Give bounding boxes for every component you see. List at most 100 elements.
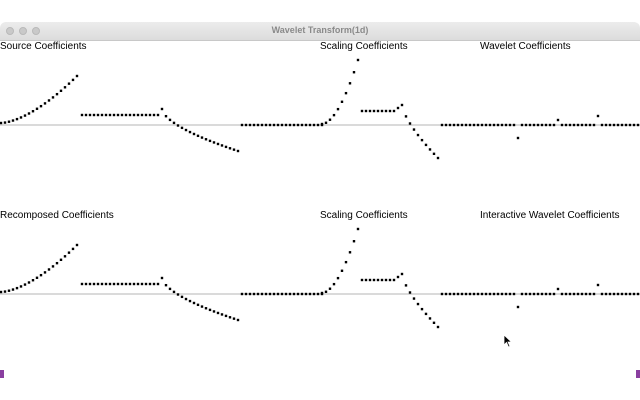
coefficient-point [244,292,248,296]
coefficient-point [132,282,136,286]
coefficient-point [51,96,55,99]
coefficient-point [264,123,268,127]
coefficient-point [564,292,568,296]
coefficient-point [404,115,408,118]
coefficient-point [420,138,424,142]
coefficient-point [0,290,3,294]
coefficient-point [204,138,208,141]
coefficient-point [176,293,180,296]
coefficient-point [256,292,260,296]
coefficient-point [316,292,320,296]
coefficient-point [352,240,356,243]
coefficient-point [636,123,640,127]
coefficient-point [320,122,324,126]
coefficient-point [624,123,628,127]
coefficient-point [236,318,240,322]
title-bar[interactable]: Wavelet Transform(1d) [0,22,640,41]
coefficient-point [260,292,264,296]
coefficient-point [328,287,332,290]
coefficient-point [444,292,448,296]
coefficient-point [608,292,612,296]
coefficient-point [188,130,192,134]
coefficient-point [23,114,27,117]
coefficient-point [504,123,508,127]
coefficient-point [416,133,420,137]
coefficient-point [304,292,308,296]
coefficient-point [368,278,372,282]
coefficient-point [51,265,55,268]
window-title: Wavelet Transform(1d) [271,25,369,35]
coefficient-point [148,113,152,117]
coefficient-point [428,148,432,151]
coefficient-point [524,123,528,127]
coefficient-point [284,292,288,296]
window-edge-right [636,370,640,378]
coefficient-point [532,292,536,296]
coefficient-point [492,292,496,296]
coefficient-point [380,278,384,282]
coefficient-point [576,123,580,127]
coefficient-point [164,283,168,287]
coefficient-point [55,92,59,96]
coefficient-point [144,113,148,117]
coefficient-point [31,279,35,282]
coefficient-point [280,123,284,127]
coefficient-point [516,136,520,140]
coefficient-point [100,113,104,117]
coefficient-point [604,123,608,127]
mouse-pointer-icon [503,334,513,348]
coefficient-point [132,113,136,117]
coefficient-point [112,113,116,117]
coefficient-point [576,292,580,296]
coefficient-point [43,271,47,274]
coefficient-point [192,132,196,136]
coefficient-point [572,123,576,127]
plots-svg[interactable] [0,41,640,378]
coefficient-point [488,123,492,127]
coefficient-point [328,118,332,121]
coefficient-point [592,123,596,127]
coefficient-point [384,278,388,282]
coefficient-point [120,113,124,117]
coefficient-point [67,251,71,254]
coefficient-point [568,123,572,127]
coefficient-point [552,292,556,296]
coefficient-point [160,276,164,280]
coefficient-point [112,282,116,286]
coefficient-point [160,107,164,111]
coefficient-point [228,147,232,150]
coefficient-point [472,292,476,296]
coefficient-point [184,297,188,301]
coefficient-point [272,292,276,296]
coefficient-point [596,114,600,118]
coefficient-point [144,282,148,286]
coefficient-point [364,278,368,282]
coefficient-point [396,106,400,110]
coefficient-point [128,113,132,117]
coefficient-point [356,58,360,62]
coefficient-point [456,292,460,296]
coefficient-point [552,123,556,127]
coefficient-point [288,292,292,296]
coefficient-point [540,123,544,127]
coefficient-point [23,283,27,286]
coefficient-point [480,292,484,296]
coefficient-point [140,282,144,286]
coefficient-point [208,139,212,143]
coefficient-point [288,123,292,127]
coefficient-point [496,123,500,127]
coefficient-point [468,123,472,127]
coefficient-point [228,316,232,319]
coefficient-point [592,292,596,296]
plot-canvas: Source Coefficients Scaling Coefficients… [0,41,640,378]
coefficient-point [432,321,436,325]
coefficient-point [336,107,340,111]
coefficient-point [116,113,120,117]
coefficient-point [172,290,176,294]
coefficient-point [628,292,632,296]
coefficient-point [356,227,360,231]
window-edge-left [0,370,4,378]
coefficient-point [392,278,396,282]
coefficient-point [548,123,552,127]
coefficient-point [548,292,552,296]
